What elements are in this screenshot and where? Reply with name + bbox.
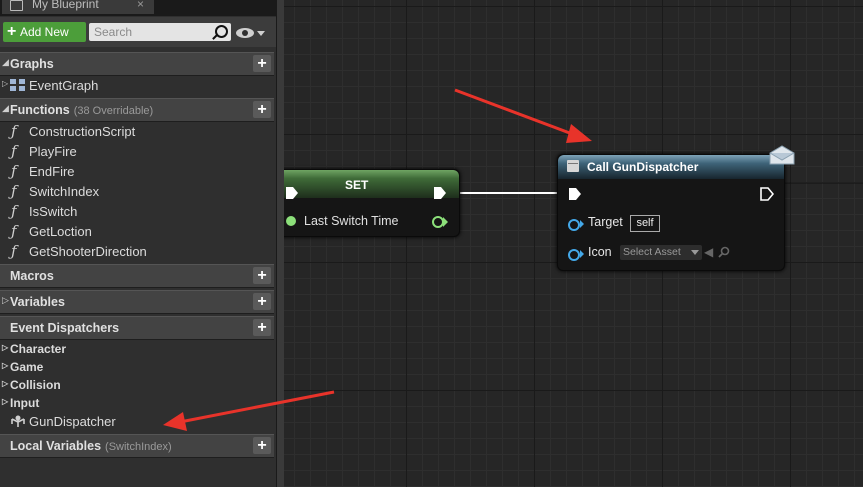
annotation-arrow <box>454 88 592 143</box>
annotation-arrow <box>163 390 335 431</box>
annotation-layer <box>163 88 592 431</box>
